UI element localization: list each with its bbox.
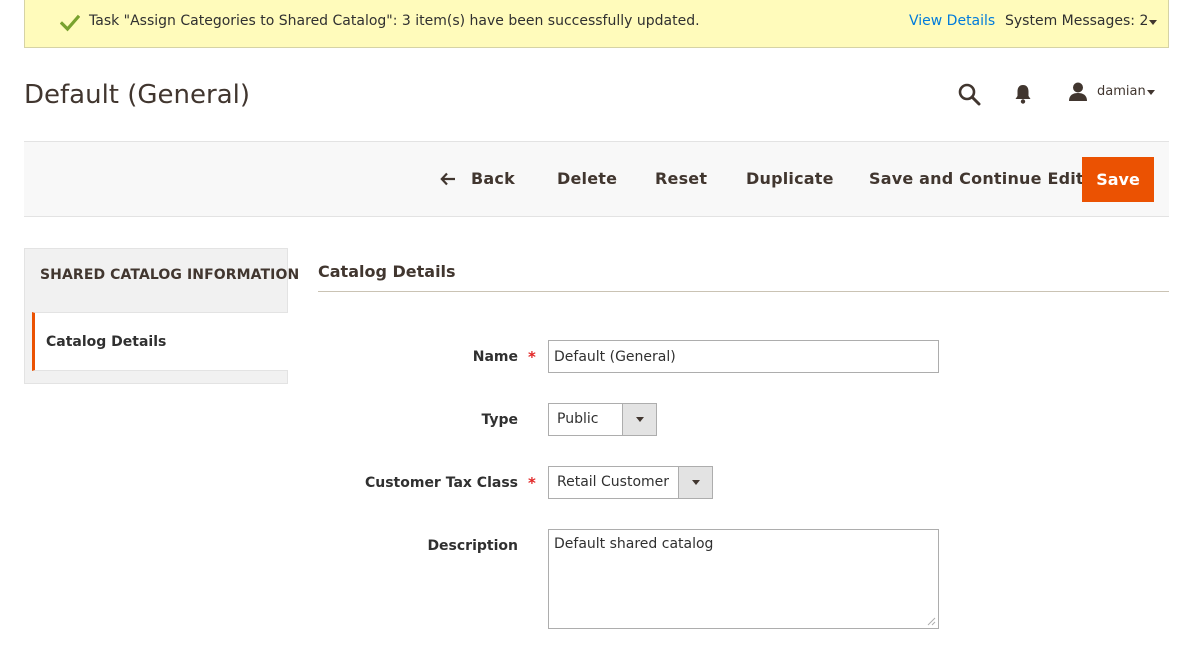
sidebar-tabs: SHARED CATALOG INFORMATION Catalog Detai… bbox=[24, 248, 299, 384]
system-messages-count[interactable]: System Messages: 2 bbox=[1005, 13, 1148, 29]
description-label: Description bbox=[427, 538, 518, 554]
type-select-arrow bbox=[622, 404, 656, 435]
tax-class-select-arrow bbox=[678, 467, 712, 498]
type-select[interactable]: Public bbox=[548, 403, 657, 436]
name-label: Name bbox=[472, 349, 518, 365]
tab-label: Catalog Details bbox=[46, 334, 167, 350]
checkmark-icon bbox=[60, 14, 80, 32]
back-arrow-icon[interactable] bbox=[440, 172, 456, 186]
description-textarea[interactable]: Default shared catalog bbox=[548, 529, 939, 629]
reset-button[interactable]: Reset bbox=[655, 169, 707, 188]
chevron-down-icon bbox=[636, 417, 644, 422]
section-divider bbox=[318, 291, 1169, 292]
tax-class-select-value: Retail Customer bbox=[557, 474, 670, 490]
tab-catalog-details[interactable]: Catalog Details bbox=[32, 312, 288, 371]
type-label: Type bbox=[481, 412, 518, 428]
required-marker: * bbox=[528, 474, 536, 492]
system-messages-caret-icon[interactable] bbox=[1149, 20, 1157, 25]
bell-icon[interactable] bbox=[1013, 83, 1033, 105]
resize-grip-icon[interactable] bbox=[927, 617, 936, 626]
tax-class-label: Customer Tax Class bbox=[364, 475, 518, 491]
sidebar-heading: SHARED CATALOG INFORMATION bbox=[40, 267, 300, 283]
section-title: Catalog Details bbox=[318, 262, 456, 281]
chevron-down-icon bbox=[692, 480, 700, 485]
search-icon[interactable] bbox=[957, 82, 981, 106]
user-caret-icon bbox=[1147, 90, 1155, 95]
save-and-continue-button[interactable]: Save and Continue Edit bbox=[869, 169, 1084, 188]
tax-class-select[interactable]: Retail Customer bbox=[548, 466, 713, 499]
required-marker: * bbox=[528, 348, 536, 366]
page-title: Default (General) bbox=[24, 80, 251, 110]
page-actions-bar: Back Delete Reset Duplicate Save and Con… bbox=[24, 141, 1169, 217]
save-button[interactable]: Save bbox=[1082, 157, 1154, 202]
delete-button[interactable]: Delete bbox=[557, 169, 617, 188]
system-message-bar: Task "Assign Categories to Shared Catalo… bbox=[24, 0, 1169, 48]
view-details-link[interactable]: View Details bbox=[909, 13, 995, 29]
user-icon bbox=[1069, 82, 1087, 101]
user-name: damian bbox=[1097, 84, 1146, 99]
name-input[interactable] bbox=[548, 340, 939, 373]
back-button[interactable]: Back bbox=[471, 169, 515, 188]
type-select-value: Public bbox=[557, 411, 599, 427]
duplicate-button[interactable]: Duplicate bbox=[746, 169, 834, 188]
system-message-text: Task "Assign Categories to Shared Catalo… bbox=[89, 13, 700, 29]
